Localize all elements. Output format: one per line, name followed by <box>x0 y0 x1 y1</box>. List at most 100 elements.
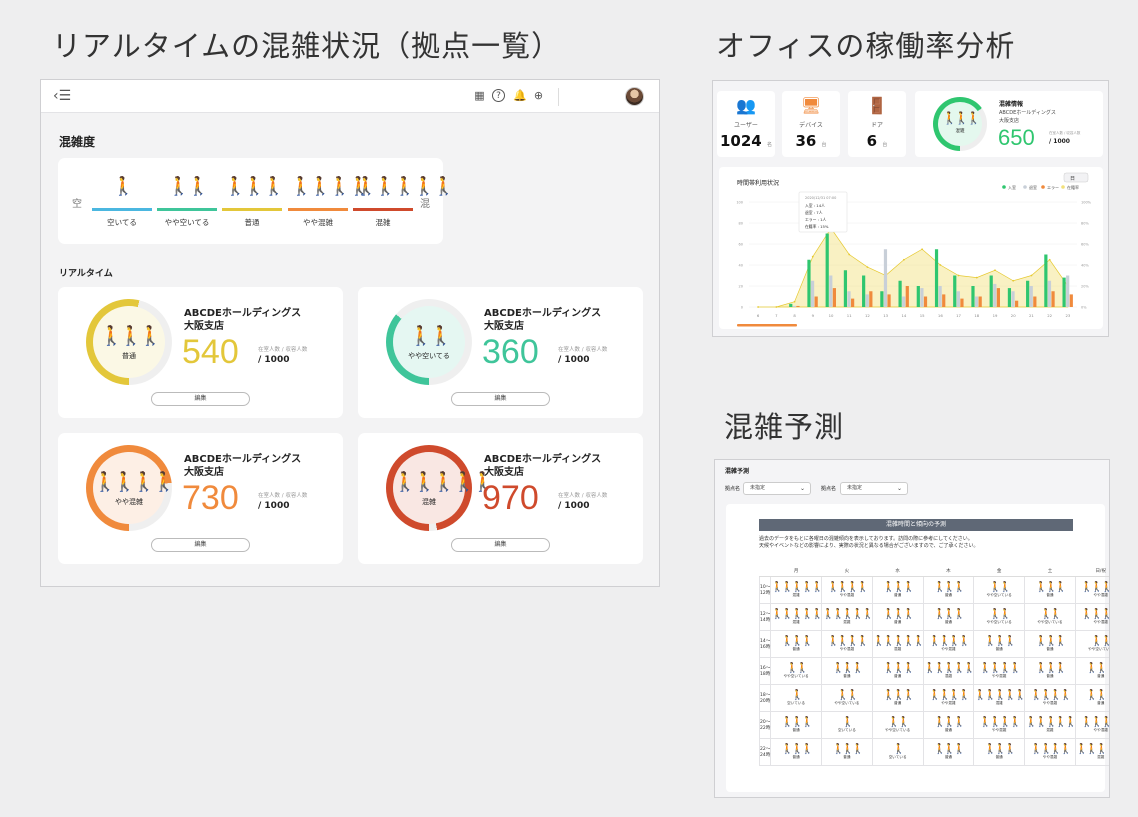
forecast-cell: 🚶 空いている <box>871 737 924 766</box>
legend-empty-label: 空 <box>72 199 82 210</box>
people-icon: 🚶🚶🚶 <box>781 716 813 728</box>
table-row: 16〜18時 🚶🚶 やや空いている 🚶🚶🚶 普通 🚶🚶🚶 普通 🚶🚶🚶🚶🚶 混雑 🚶🚶🚶🚶 やや混雑… <box>758 656 1109 685</box>
legend-marker <box>1002 185 1006 189</box>
day-header: 日/祝 <box>1075 567 1109 577</box>
bar-退室 <box>974 296 979 307</box>
edit-button[interactable]: 編集 <box>151 538 250 552</box>
area-point <box>1048 258 1051 261</box>
bar-退室 <box>792 305 796 307</box>
help-icon[interactable]: ? <box>492 89 505 102</box>
forecast-level-label: やや混雑 <box>941 646 956 651</box>
forecast-cell: 🚶🚶🚶🚶🚶混雑 <box>770 575 823 604</box>
table-row: 20〜22時 🚶🚶🚶 普通 🚶 空いている 🚶🚶 やや空いている 🚶🚶🚶 普通 🚶🚶🚶🚶 やや混雑 🚶… <box>758 710 1109 739</box>
occupancy-value: 360 <box>482 333 539 371</box>
usage-chart-card: 時間帯利用状況 入室 退室 エラー 在籍率日 100 100% 80 80% 60 60% 40 40%… <box>719 167 1103 329</box>
bar-入室 <box>916 286 920 307</box>
forecast-level-label: 普通 <box>995 754 1003 759</box>
back-menu-icon[interactable]: ‹☰ <box>53 88 71 104</box>
divider <box>558 88 559 106</box>
capacity-value: / 1000 <box>258 501 290 511</box>
forecast-level-label: 普通 <box>944 754 952 759</box>
people-icon: 🚶 <box>791 689 803 701</box>
area-point <box>775 306 778 308</box>
area-series <box>758 227 1069 308</box>
bar-入室 <box>807 259 811 307</box>
y-tick-left: 40 <box>739 264 743 268</box>
congestion-branch: 大阪支店 <box>999 118 1020 124</box>
x-tick: 10 <box>829 313 834 318</box>
forecast-cell: 🚶🚶🚶🚶やや混雑 <box>922 683 975 712</box>
legend-level-2: 🚶🚶 やや空いてる <box>157 174 217 234</box>
forecast-cell: 🚶🚶🚶普通 <box>1074 683 1109 712</box>
forecast-cell: 🚶🚶🚶🚶やや混雑 <box>973 656 1026 685</box>
bell-icon[interactable]: 🔔 <box>513 89 527 102</box>
kpi-card: 🚪 ドア 6 台 <box>848 91 906 157</box>
tooltip-line: 退室 : 7人 <box>805 210 823 215</box>
forecast-level-label: やや混雑 <box>1093 619 1108 624</box>
filter2-select[interactable]: 未指定 ⌄ <box>840 482 908 495</box>
forecast-cell: 🚶🚶🚶普通 <box>1074 656 1109 685</box>
legend-title: 混雑度 <box>59 135 96 149</box>
kpi-value: 36 台 <box>795 132 827 150</box>
forecast-level-label: 普通 <box>792 646 800 651</box>
edit-button[interactable]: 編集 <box>451 392 550 406</box>
x-tick: 20 <box>1011 313 1016 318</box>
legend-label: エラー <box>1047 184 1059 190</box>
edit-button[interactable]: 編集 <box>151 392 250 406</box>
people-icon: 🚶🚶🚶🚶🚶 <box>822 608 874 620</box>
people-icon: 🚶🚶🚶 <box>882 689 915 701</box>
legend-marker <box>1023 185 1027 189</box>
forecast-cell: 🚶🚶🚶普通 <box>973 629 1026 658</box>
x-tick: 7 <box>775 313 778 318</box>
filter2-label: 拠点名 <box>821 486 837 492</box>
forecast-cell: 🚶🚶🚶普通 <box>922 602 975 631</box>
area-point <box>757 306 760 308</box>
forecast-level-label: 普通 <box>995 646 1003 651</box>
legend-bar <box>288 208 348 211</box>
people-icon: 🚶 <box>112 176 134 197</box>
people-icon: 🚶 <box>892 743 905 755</box>
people-icon: 🚶🚶🚶 <box>984 635 1016 647</box>
bar-エラー <box>1033 296 1037 307</box>
people-icon: 🚶🚶🚶 <box>1035 581 1067 593</box>
filter1-select[interactable]: 未指定 ⌄ <box>743 482 811 495</box>
people-icon: 🚶🚶 <box>989 608 1011 620</box>
forecast-cell: 🚶🚶🚶🚶🚶混雑 <box>1024 710 1077 739</box>
qr-code-icon[interactable]: ▦ <box>473 89 486 102</box>
people-icon: 🚶🚶🚶 <box>99 325 163 347</box>
people-icon: 🚶🚶🚶🚶🚶 <box>1025 716 1077 728</box>
people-icon: 🚶🚶🚶 <box>933 608 965 620</box>
bar-エラー <box>996 288 1000 307</box>
forecast-level-label: 混雑 <box>894 646 902 651</box>
store-name: ABCDEホールディングス 大阪支店 <box>484 307 601 333</box>
people-icon: 🚶🚶🚶🚶🚶 <box>974 689 1026 701</box>
occupancy-ring: 🚶🚶🚶 普通 <box>86 299 172 385</box>
chart-scrollbar <box>737 324 797 327</box>
people-icon: 🚶🚶🚶 <box>984 743 1016 755</box>
x-tick: 13 <box>883 313 888 318</box>
bar-入室 <box>880 291 884 307</box>
forecast-cell: 🚶🚶🚶🚶やや混雑 <box>1024 737 1076 766</box>
status-label: 混雑 <box>422 498 436 506</box>
time-slot-label: 18〜20時 <box>758 683 772 712</box>
forecast-cell: 🚶🚶🚶🚶🚶混雑 <box>871 629 925 658</box>
globe-icon[interactable]: ⊕ <box>532 89 545 102</box>
congestion-info-title: 混雑情報 <box>999 101 1024 108</box>
forecast-level-label: 普通 <box>944 592 952 597</box>
people-icon: 🚶🚶 <box>1039 608 1062 620</box>
forecast-level-label: 普通 <box>944 619 952 624</box>
user-avatar[interactable] <box>625 87 644 106</box>
bar-エラー <box>905 286 909 307</box>
store-card: 🚶🚶 やや空いてる ABCDEホールディングス 大阪支店 360 在室人数 / 収容人数 /… <box>358 287 643 418</box>
forecast-cell: 🚶🚶🚶普通 <box>770 737 822 766</box>
edit-button[interactable]: 編集 <box>451 538 550 552</box>
bar-退室 <box>938 286 942 307</box>
people-icon: 🚶🚶🚶🚶 <box>979 662 1021 674</box>
forecast-cell: 🚶🚶やや空いている <box>1074 629 1109 658</box>
legend-marker <box>1061 185 1065 189</box>
people-icon: 🚶🚶🚶 <box>933 581 965 593</box>
forecast-level-label: 混雑 <box>792 619 800 624</box>
y-tick-left: 60 <box>739 243 743 247</box>
forecast-level-label: やや空いている <box>986 619 1012 624</box>
forecast-cell: 🚶🚶🚶🚶やや混雑 <box>821 575 873 604</box>
